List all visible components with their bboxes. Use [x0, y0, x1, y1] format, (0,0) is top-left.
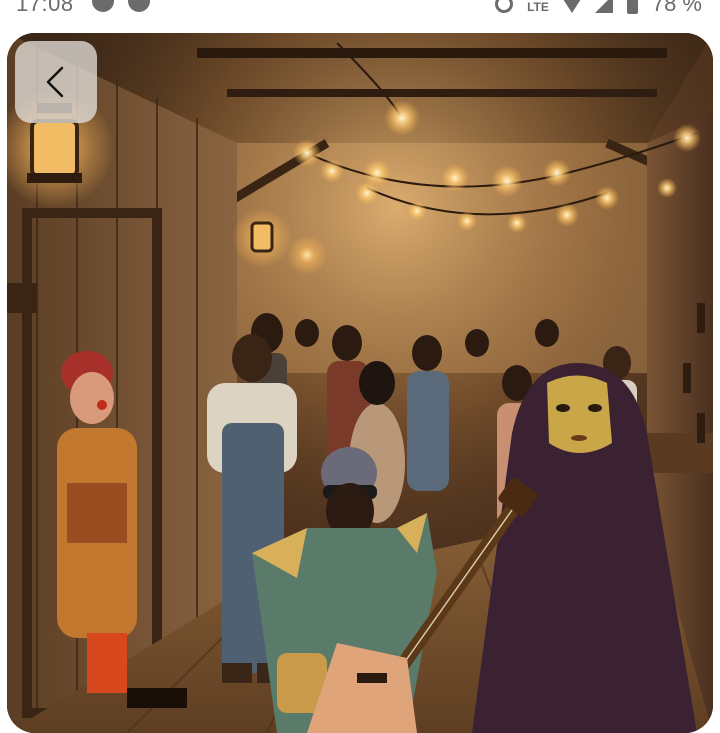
- wifi-icon: [562, 0, 581, 13]
- status-time: 17:08: [16, 0, 74, 16]
- photo-view[interactable]: [7, 33, 713, 733]
- back-button[interactable]: [15, 41, 97, 123]
- app-notification-icon-2: [128, 0, 150, 12]
- battery-icon: [626, 0, 638, 14]
- notification-icons: [92, 0, 150, 12]
- battery-percent: 78 %: [651, 0, 702, 16]
- barn-dance-photo: [7, 33, 713, 733]
- chevron-left-icon: [46, 66, 64, 98]
- app-notification-icon: [92, 0, 114, 12]
- cell-signal-icon: [594, 0, 613, 13]
- status-bar: 17:08 LTE 78 %: [0, 0, 720, 28]
- network-type-label: LTE: [527, 0, 549, 14]
- status-right-icons: LTE 78 %: [495, 0, 702, 17]
- alarm-icon: [495, 0, 514, 13]
